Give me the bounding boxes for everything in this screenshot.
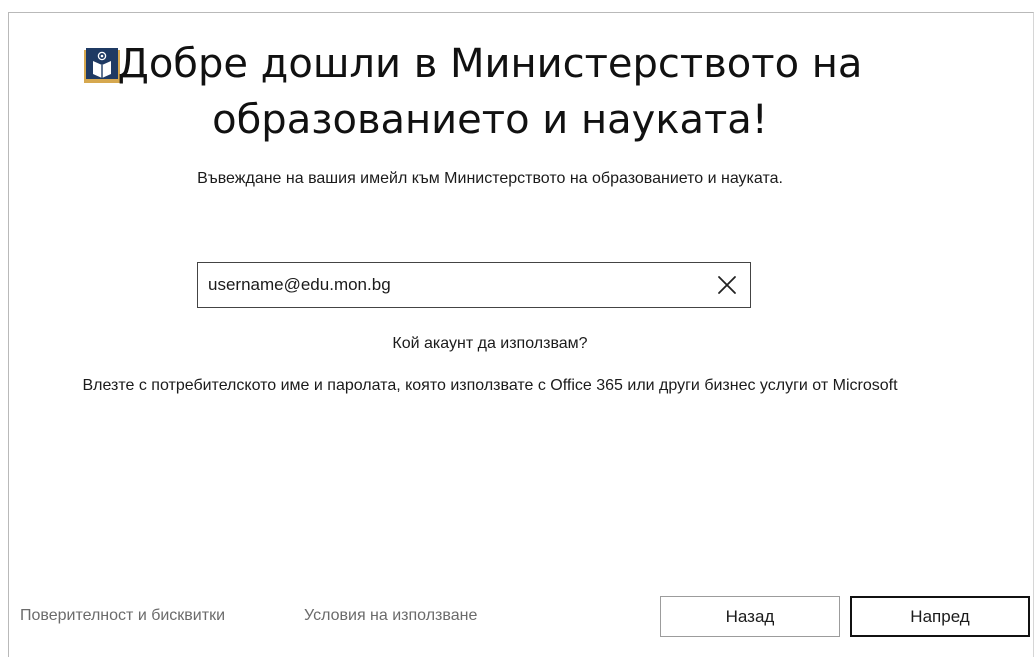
page-title: Добре дошли в Министерството на образова… xyxy=(117,41,863,143)
close-icon[interactable] xyxy=(716,274,738,296)
back-button[interactable]: Назад xyxy=(660,596,840,637)
page-subtitle: Въвеждане на вашия имейл към Министерств… xyxy=(197,170,783,187)
sign-in-hint: Влезте с потребителското име и паролата,… xyxy=(82,377,898,394)
which-account-link[interactable]: Кой акаунт да използвам? xyxy=(260,335,720,353)
privacy-link[interactable]: Поверителност и бисквитки xyxy=(20,607,225,625)
terms-link[interactable]: Условия на използване xyxy=(304,607,477,625)
email-field[interactable] xyxy=(208,263,688,307)
next-button[interactable]: Напред xyxy=(850,596,1030,637)
email-field-container xyxy=(197,262,751,308)
